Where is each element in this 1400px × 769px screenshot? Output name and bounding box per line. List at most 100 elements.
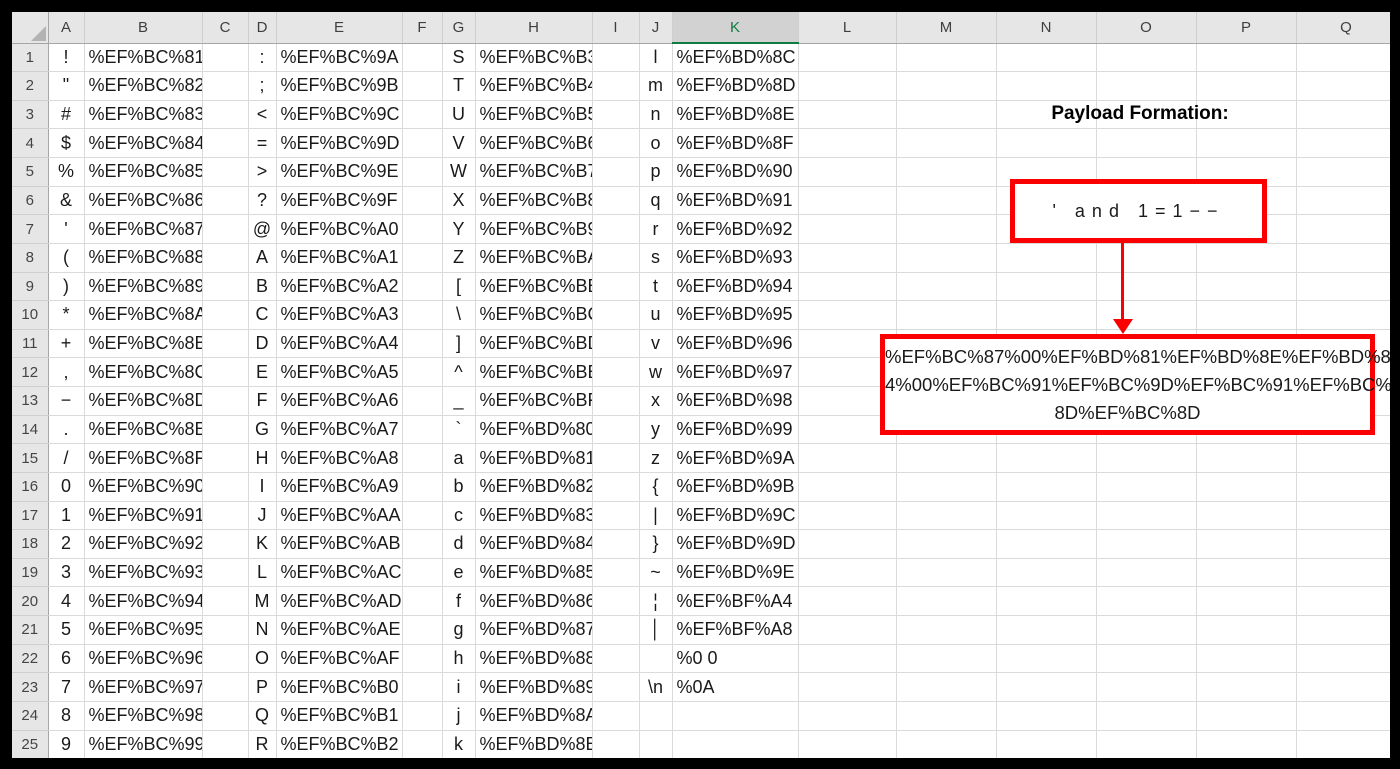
- cell-K10[interactable]: %EF%BD%95: [672, 300, 799, 330]
- cell-D10[interactable]: C: [248, 300, 277, 330]
- cell-L6[interactable]: [798, 186, 897, 216]
- cell-E9[interactable]: %EF%BC%A2: [276, 272, 403, 302]
- cell-I15[interactable]: [592, 443, 640, 473]
- cell-D12[interactable]: E: [248, 357, 277, 387]
- cell-B24[interactable]: %EF%BC%98: [84, 701, 203, 731]
- cell-F22[interactable]: [402, 644, 443, 674]
- row-header-7[interactable]: 7: [12, 214, 49, 244]
- cell-I14[interactable]: [592, 415, 640, 445]
- cell-I6[interactable]: [592, 186, 640, 216]
- row-header-2[interactable]: 2: [12, 71, 49, 101]
- cell-D24[interactable]: Q: [248, 701, 277, 731]
- cell-G3[interactable]: U: [442, 100, 476, 130]
- cell-Q18[interactable]: [1296, 529, 1390, 559]
- column-header-A[interactable]: A: [48, 12, 85, 44]
- cell-A14[interactable]: .: [48, 415, 85, 445]
- cell-I5[interactable]: [592, 157, 640, 187]
- cell-B2[interactable]: %EF%BC%82: [84, 71, 203, 101]
- cell-J15[interactable]: z: [639, 443, 673, 473]
- cell-C16[interactable]: [202, 472, 249, 502]
- cell-F23[interactable]: [402, 672, 443, 702]
- cell-K4[interactable]: %EF%BD%8F: [672, 128, 799, 158]
- cell-G6[interactable]: X: [442, 186, 476, 216]
- cell-I17[interactable]: [592, 501, 640, 531]
- cell-E23[interactable]: %EF%BC%B0: [276, 672, 403, 702]
- cell-D6[interactable]: ?: [248, 186, 277, 216]
- cell-H9[interactable]: %EF%BC%BB: [475, 272, 593, 302]
- cell-M25[interactable]: [896, 730, 997, 758]
- cell-E4[interactable]: %EF%BC%9D: [276, 128, 403, 158]
- cell-F25[interactable]: [402, 730, 443, 758]
- cell-O20[interactable]: [1096, 586, 1197, 616]
- cell-B8[interactable]: %EF%BC%88: [84, 243, 203, 273]
- cell-Q19[interactable]: [1296, 558, 1390, 588]
- cell-C20[interactable]: [202, 586, 249, 616]
- cell-J8[interactable]: s: [639, 243, 673, 273]
- cell-K14[interactable]: %EF%BD%99: [672, 415, 799, 445]
- cell-L17[interactable]: [798, 501, 897, 531]
- cell-B19[interactable]: %EF%BC%93: [84, 558, 203, 588]
- column-header-N[interactable]: N: [996, 12, 1097, 44]
- cell-L19[interactable]: [798, 558, 897, 588]
- cell-A21[interactable]: 5: [48, 615, 85, 645]
- cell-A9[interactable]: ): [48, 272, 85, 302]
- cell-F18[interactable]: [402, 529, 443, 559]
- cell-H5[interactable]: %EF%BC%B7: [475, 157, 593, 187]
- cell-D3[interactable]: <: [248, 100, 277, 130]
- cell-C6[interactable]: [202, 186, 249, 216]
- cell-L5[interactable]: [798, 157, 897, 187]
- cell-L23[interactable]: [798, 672, 897, 702]
- cell-L4[interactable]: [798, 128, 897, 158]
- cell-G17[interactable]: c: [442, 501, 476, 531]
- cell-G18[interactable]: d: [442, 529, 476, 559]
- cell-G25[interactable]: k: [442, 730, 476, 758]
- cell-A13[interactable]: −: [48, 386, 85, 416]
- cell-G16[interactable]: b: [442, 472, 476, 502]
- cell-Q9[interactable]: [1296, 272, 1390, 302]
- cell-F13[interactable]: [402, 386, 443, 416]
- cell-G21[interactable]: g: [442, 615, 476, 645]
- cell-K20[interactable]: %EF%BF%A4: [672, 586, 799, 616]
- column-header-O[interactable]: O: [1096, 12, 1197, 44]
- column-header-B[interactable]: B: [84, 12, 203, 44]
- cell-F14[interactable]: [402, 415, 443, 445]
- cell-K9[interactable]: %EF%BD%94: [672, 272, 799, 302]
- cell-H1[interactable]: %EF%BC%B3: [475, 43, 593, 73]
- cell-G2[interactable]: T: [442, 71, 476, 101]
- column-header-P[interactable]: P: [1196, 12, 1297, 44]
- cell-Q10[interactable]: [1296, 300, 1390, 330]
- cell-E14[interactable]: %EF%BC%A7: [276, 415, 403, 445]
- cell-B5[interactable]: %EF%BC%85: [84, 157, 203, 187]
- cell-I4[interactable]: [592, 128, 640, 158]
- cell-G7[interactable]: Y: [442, 214, 476, 244]
- column-header-C[interactable]: C: [202, 12, 249, 44]
- cell-K22[interactable]: %0 0: [672, 644, 799, 674]
- row-header-11[interactable]: 11: [12, 329, 49, 359]
- cell-Q20[interactable]: [1296, 586, 1390, 616]
- cell-K18[interactable]: %EF%BD%9D: [672, 529, 799, 559]
- cell-G10[interactable]: \: [442, 300, 476, 330]
- cell-M16[interactable]: [896, 472, 997, 502]
- cell-K3[interactable]: %EF%BD%8E: [672, 100, 799, 130]
- cell-M23[interactable]: [896, 672, 997, 702]
- cell-A6[interactable]: &: [48, 186, 85, 216]
- column-header-K[interactable]: K: [672, 12, 799, 44]
- cell-C21[interactable]: [202, 615, 249, 645]
- row-header-8[interactable]: 8: [12, 243, 49, 273]
- cell-H6[interactable]: %EF%BC%B8: [475, 186, 593, 216]
- cell-F24[interactable]: [402, 701, 443, 731]
- cell-A7[interactable]: ': [48, 214, 85, 244]
- cell-N23[interactable]: [996, 672, 1097, 702]
- cell-N15[interactable]: [996, 443, 1097, 473]
- cell-A19[interactable]: 3: [48, 558, 85, 588]
- cell-E19[interactable]: %EF%BC%AC: [276, 558, 403, 588]
- cell-K15[interactable]: %EF%BD%9A: [672, 443, 799, 473]
- cell-A23[interactable]: 7: [48, 672, 85, 702]
- cell-O18[interactable]: [1096, 529, 1197, 559]
- cell-I7[interactable]: [592, 214, 640, 244]
- column-header-L[interactable]: L: [798, 12, 897, 44]
- cell-E22[interactable]: %EF%BC%AF: [276, 644, 403, 674]
- cell-C4[interactable]: [202, 128, 249, 158]
- cell-E16[interactable]: %EF%BC%A9: [276, 472, 403, 502]
- cell-H16[interactable]: %EF%BD%82: [475, 472, 593, 502]
